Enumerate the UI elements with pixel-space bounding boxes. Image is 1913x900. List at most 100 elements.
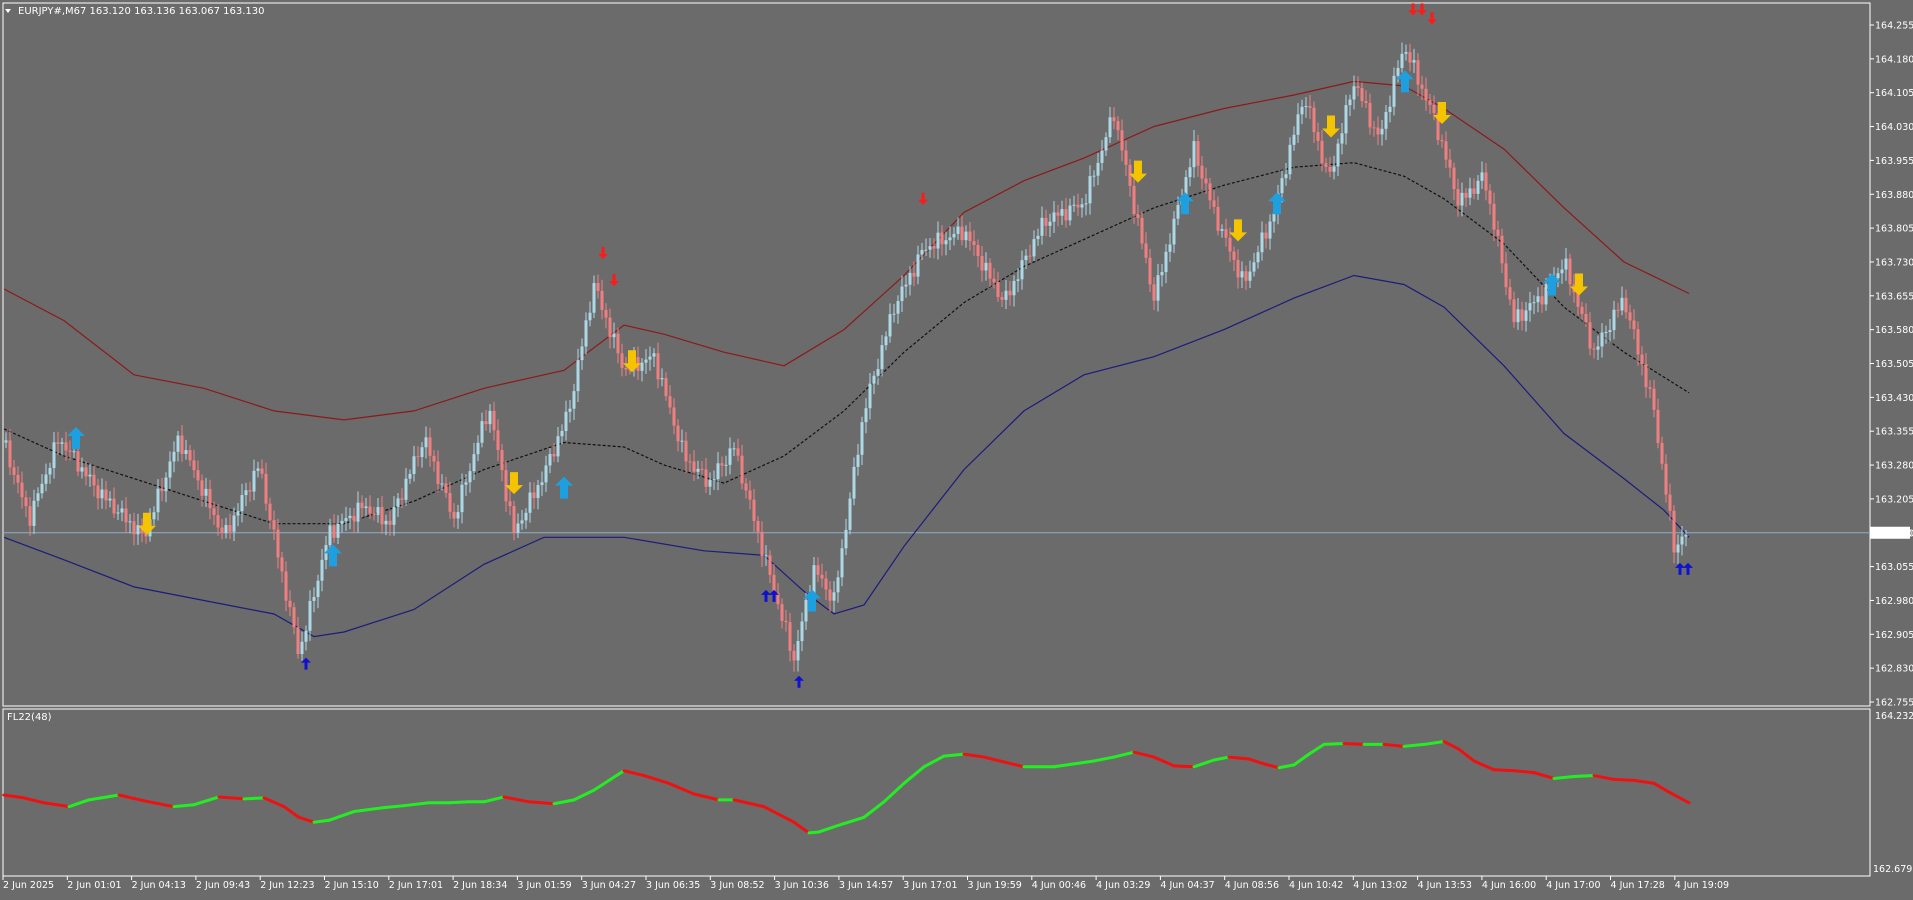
bull-candle — [460, 484, 464, 513]
bull-candle — [1564, 258, 1568, 270]
indicator-panel[interactable]: FL22(48) 164.232 162.6793 — [2, 708, 1913, 877]
oscillator-down-segment — [1132, 750, 1156, 759]
bull-candle — [176, 435, 180, 452]
bear-candle — [416, 456, 420, 458]
triangle-down-icon[interactable] — [5, 9, 11, 13]
bull-candle — [480, 421, 484, 443]
bull-candle — [696, 468, 700, 472]
bull-candle — [956, 226, 960, 234]
bull-candle — [1252, 262, 1256, 272]
bull-candle — [520, 520, 524, 524]
bear-candle — [1148, 257, 1152, 285]
bear-candle — [604, 309, 608, 318]
bull-candle — [240, 495, 244, 512]
bear-candle — [608, 317, 612, 338]
bull-candle — [308, 600, 312, 631]
candle-series — [4, 42, 1688, 672]
bull-candle — [456, 512, 460, 519]
oscillator-up-segment — [837, 815, 866, 827]
oscillator-down-segment — [1382, 742, 1406, 748]
bull-candle — [856, 454, 860, 467]
bull-candle — [36, 493, 40, 501]
bull-candle — [1676, 544, 1680, 553]
bull-candle — [1024, 255, 1028, 261]
bull-candle — [476, 442, 480, 455]
oscillator-up-segment — [192, 795, 221, 807]
bear-candle — [372, 513, 376, 515]
bear-candle — [1232, 251, 1236, 260]
bull-candle — [724, 464, 728, 466]
bear-candle — [1484, 172, 1488, 191]
bear-candle — [1624, 297, 1628, 313]
price-axis[interactable]: 164.255 164.180 164.105 164.030 163.955 163.8… — [1870, 21, 1913, 709]
bear-candle — [1028, 255, 1032, 257]
oscillator-down-segment — [692, 792, 721, 802]
bear-candle — [500, 450, 504, 471]
time-tick-label: 4 Jun 16:00 — [1482, 880, 1536, 891]
oscillator-down-segment — [1172, 764, 1196, 769]
bull-candle — [1296, 114, 1300, 135]
bull-candle — [184, 450, 188, 454]
bull-candle — [1620, 297, 1624, 311]
bear-candle — [620, 353, 624, 368]
time-tick-label: 3 Jun 01:59 — [517, 880, 571, 891]
bear-candle — [436, 461, 440, 484]
oscillator-down-segment — [1152, 755, 1176, 768]
oscillator-up-segment — [1072, 759, 1096, 766]
bull-candle — [844, 529, 848, 549]
current-price-label: 163.130 — [1873, 528, 1912, 539]
bull-candle — [652, 353, 656, 357]
oscillator-down-segment — [732, 798, 766, 809]
bear-candle — [1628, 312, 1632, 321]
price-tick-label: 163.655 — [1875, 291, 1913, 302]
bear-candle — [56, 442, 60, 444]
chart-canvas[interactable]: 164.255 164.180 164.105 164.030 163.955 163.8… — [0, 0, 1913, 896]
time-tick-label: 3 Jun 04:27 — [582, 880, 636, 891]
bear-candle — [160, 488, 164, 492]
bull-candle — [1684, 534, 1688, 537]
time-tick-label: 2 Jun 18:34 — [453, 880, 507, 891]
bear-candle — [92, 474, 96, 486]
bear-candle — [752, 499, 756, 521]
price-tick-label: 164.180 — [1875, 54, 1913, 65]
price-tick-label: 163.430 — [1875, 393, 1913, 404]
oscillator-up-segment — [592, 778, 611, 792]
bull-candle — [168, 461, 172, 478]
bull-candle — [544, 465, 548, 483]
bull-candle — [348, 515, 352, 519]
oscillator-up-segment — [382, 804, 406, 810]
bull-candle — [88, 474, 92, 477]
oscillator-up-segment — [312, 818, 331, 824]
bear-candle — [360, 502, 364, 509]
bull-candle — [40, 483, 44, 494]
bear-candle — [1196, 141, 1200, 166]
bear-candle — [744, 483, 748, 491]
bear-candle — [268, 503, 272, 521]
oscillator-up-segment — [862, 800, 886, 819]
bear-candle — [24, 497, 28, 507]
bear-candle — [1368, 103, 1372, 128]
bull-candle — [1384, 112, 1388, 129]
time-axis[interactable]: 2 Jun 2025 2 Jun 01:01 2 Jun 04:13 2 Jun 09… — [2, 876, 1729, 891]
bull-candle — [1348, 99, 1352, 106]
oscillator-down-segment — [117, 793, 146, 803]
bear-candle — [428, 437, 432, 456]
bear-candle — [1064, 209, 1068, 221]
bull-candle — [424, 437, 428, 448]
bear-candle — [1076, 204, 1080, 208]
bear-candle — [212, 508, 216, 516]
time-tick-label: 3 Jun 14:57 — [839, 880, 893, 891]
bear-candle — [1320, 140, 1324, 164]
bear-candle — [1672, 510, 1676, 553]
bull-candle — [152, 512, 156, 520]
bull-candle — [568, 408, 572, 412]
bull-candle — [1680, 536, 1684, 545]
bull-candle — [1292, 134, 1296, 145]
bear-candle — [972, 241, 976, 245]
main-price-panel[interactable]: 164.255 164.180 164.105 164.030 163.955 163.8… — [2, 2, 1913, 709]
chart-window[interactable]: 164.255 164.180 164.105 164.030 163.955 163.8… — [0, 0, 1913, 896]
bull-candle — [172, 451, 176, 462]
bull-candle — [1352, 86, 1356, 100]
price-tick-label: 163.730 — [1875, 257, 1913, 268]
bear-candle — [508, 501, 512, 507]
